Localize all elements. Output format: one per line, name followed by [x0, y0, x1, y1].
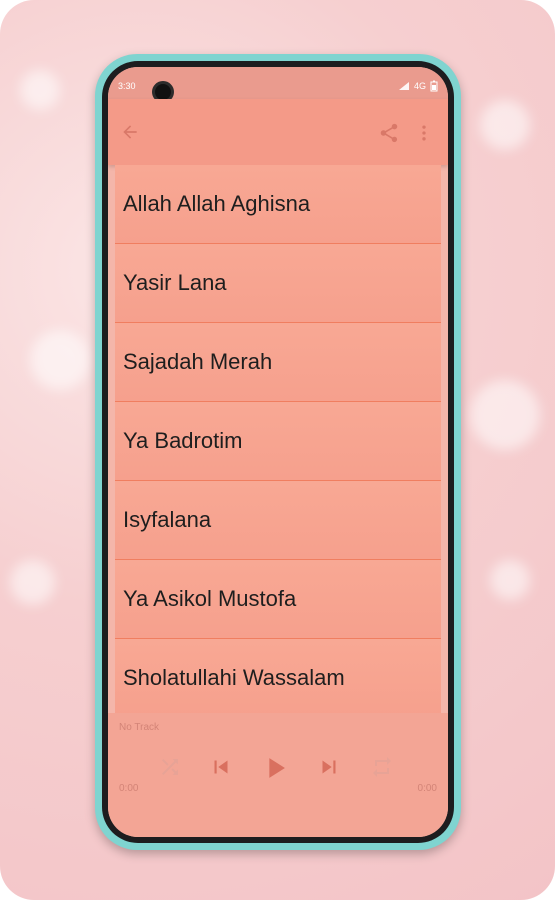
song-title: Isyfalana	[123, 507, 212, 532]
repeat-icon[interactable]	[370, 755, 394, 779]
signal-icon	[398, 82, 409, 90]
song-item[interactable]: Allah Allah Aghisna	[115, 165, 441, 244]
more-vert-icon[interactable]	[414, 122, 434, 144]
song-title: Sajadah Merah	[123, 349, 273, 374]
shuffle-icon[interactable]	[158, 755, 182, 779]
status-time: 3:30	[118, 81, 136, 91]
song-title: Allah Allah Aghisna	[123, 191, 311, 216]
player-controls	[108, 751, 448, 785]
song-item[interactable]: Ya Asikol Mustofa	[115, 560, 441, 639]
promo-background: 3:30 4G Allah Allah Aghisna Yasir Lana S…	[0, 0, 555, 900]
song-title: Ya Asikol Mustofa	[123, 586, 297, 611]
app-screen: 3:30 4G Allah Allah Aghisna Yasir Lana S…	[108, 67, 448, 837]
song-item[interactable]: Isyfalana	[115, 481, 441, 560]
battery-icon	[430, 80, 438, 92]
song-item[interactable]: Sajadah Merah	[115, 323, 441, 402]
bokeh-light	[470, 380, 540, 450]
phone-frame: 3:30 4G Allah Allah Aghisna Yasir Lana S…	[95, 54, 461, 850]
status-indicators: 4G	[398, 80, 438, 92]
bokeh-light	[480, 100, 530, 150]
song-list: Allah Allah Aghisna Yasir Lana Sajadah M…	[115, 165, 441, 717]
status-bar: 3:30 4G	[108, 67, 448, 103]
arrow-left-icon[interactable]	[120, 122, 140, 142]
share-icon[interactable]	[378, 122, 400, 144]
song-item[interactable]: Yasir Lana	[115, 244, 441, 323]
song-title: Yasir Lana	[123, 270, 227, 295]
song-item[interactable]: Ya Badrotim	[115, 402, 441, 481]
bokeh-light	[30, 330, 90, 390]
music-player-bar: No Track 0:00 0:00	[108, 713, 448, 837]
app-toolbar	[108, 99, 448, 165]
song-title: Ya Badrotim	[123, 428, 243, 453]
bokeh-light	[10, 560, 55, 605]
song-title: Sholatullahi Wassalam	[123, 665, 345, 690]
track-label: No Track	[119, 722, 160, 733]
skip-next-icon[interactable]	[316, 754, 342, 780]
bokeh-light	[490, 560, 530, 600]
duration-time: 0:00	[417, 783, 437, 794]
phone-bezel: 3:30 4G Allah Allah Aghisna Yasir Lana S…	[102, 61, 454, 843]
elapsed-time: 0:00	[119, 783, 139, 794]
skip-previous-icon[interactable]	[208, 754, 234, 780]
bokeh-light	[20, 70, 60, 110]
network-type: 4G	[413, 81, 426, 91]
song-item[interactable]: Sholatullahi Wassalam	[115, 639, 441, 717]
play-icon[interactable]	[258, 751, 292, 785]
